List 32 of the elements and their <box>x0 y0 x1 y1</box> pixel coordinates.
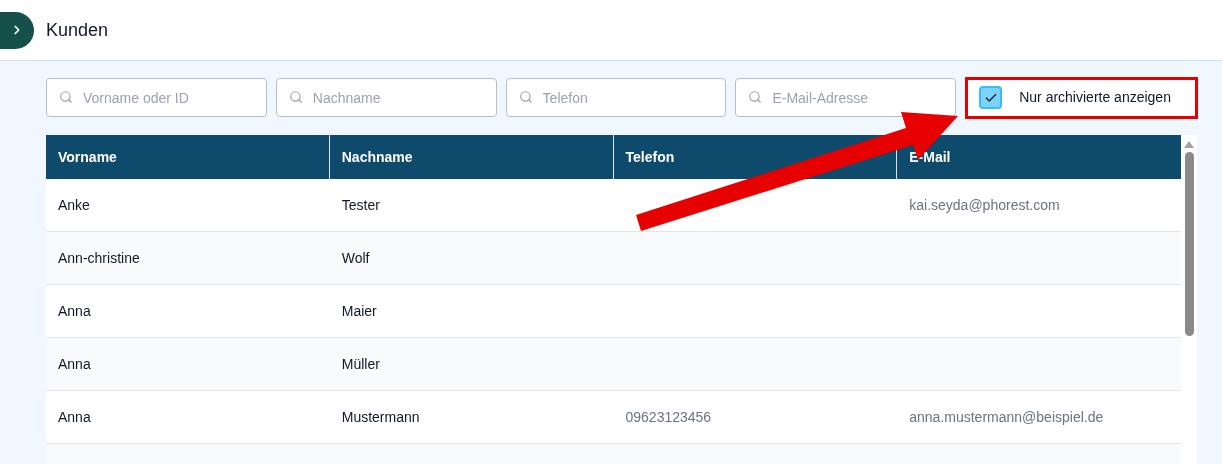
table-cell-text: Müller <box>341 354 380 374</box>
table-cell-text: Wolf <box>341 248 370 268</box>
table-row[interactable]: Anna Maier <box>46 285 1181 338</box>
table-cell-text: 09623123456 <box>625 407 712 427</box>
table-cell-text: Anna <box>58 301 91 321</box>
archive-checkbox[interactable] <box>979 86 1003 109</box>
page-title: Kunden <box>46 18 109 42</box>
table-row[interactable]: Anke Tester kai.seyda@phorest.com <box>46 179 1181 232</box>
column-header[interactable]: E-Mail <box>897 135 1181 179</box>
search-icon <box>518 90 533 104</box>
search-field[interactable]: Telefon <box>505 78 727 117</box>
table-cell-text: Anke <box>58 195 90 215</box>
table-cell-text: Anna <box>58 407 91 427</box>
table-cell-text: Ann-christine <box>58 248 140 268</box>
table-cell-text: Maier <box>341 301 377 321</box>
table-cell-text: anna.mustermann@beispiel.de <box>909 407 1104 427</box>
table-cell-text: Mustermann <box>341 407 420 427</box>
search-field[interactable]: E-Mail-Adresse <box>735 78 957 117</box>
table-cell-text: kai.seyda@phorest.com <box>909 195 1060 215</box>
search-icon <box>748 90 763 104</box>
scrollbar[interactable] <box>1181 135 1197 464</box>
scroll-up-icon <box>1184 141 1194 148</box>
scrollbar-thumb[interactable] <box>1184 152 1194 336</box>
table-row[interactable]: Anna Mustermann 09623123456 anna.mustermann@beispiel.de <box>46 391 1181 444</box>
search-icon <box>288 90 303 104</box>
table-cell-text: Anna <box>58 354 91 374</box>
sidebar-toggle-button[interactable] <box>0 11 34 49</box>
search-icon <box>59 90 73 104</box>
archive-label: Nur archivierte anzeigen <box>1019 88 1171 107</box>
search-field[interactable]: Vorname oder ID <box>46 78 267 117</box>
search-field[interactable]: Nachname <box>275 78 497 117</box>
table-cell-text: Tester <box>341 195 380 215</box>
